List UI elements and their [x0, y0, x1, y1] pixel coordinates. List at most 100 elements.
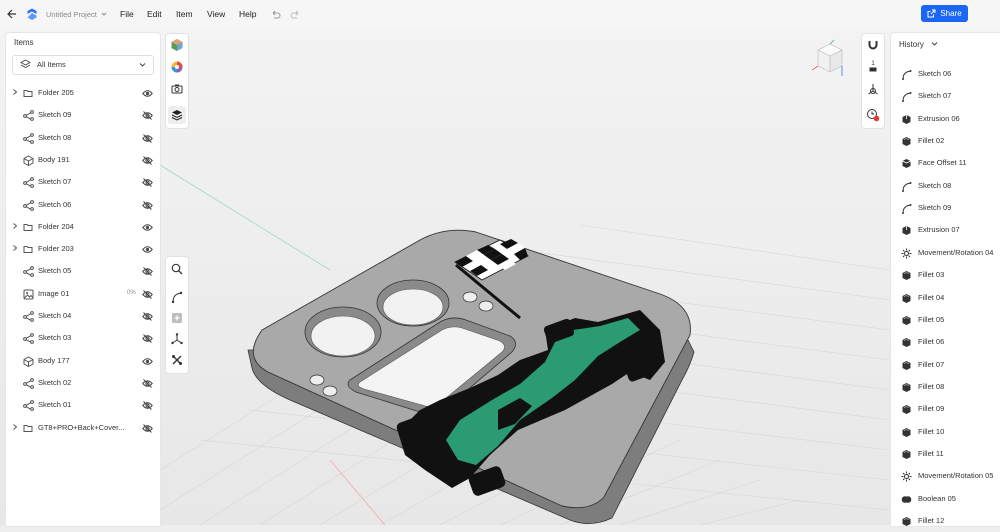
item-row[interactable]: Sketch 06 [6, 194, 160, 216]
camera-button[interactable] [168, 80, 186, 98]
items-filter-dropdown[interactable]: All Items [12, 55, 154, 75]
folder-icon [23, 244, 33, 256]
snap-magnet-button[interactable] [864, 36, 882, 54]
eye-off-icon[interactable] [142, 200, 153, 213]
perspective-button[interactable] [864, 80, 882, 98]
history-row[interactable]: Fillet 04 [891, 287, 1000, 309]
perspective-icon [868, 84, 878, 95]
share-button[interactable]: Share [921, 5, 968, 22]
history-row[interactable]: Movement/Rotation 04 [891, 242, 1000, 264]
layers-button[interactable] [168, 106, 186, 124]
history-row[interactable]: Sketch 06 [891, 63, 1000, 85]
item-row[interactable]: Sketch 05 [6, 260, 160, 282]
history-row[interactable]: Fillet 05 [891, 309, 1000, 331]
item-row[interactable]: Sketch 02 [6, 372, 160, 394]
item-label: Sketch 01 [38, 400, 72, 410]
menu-file[interactable]: File [120, 0, 134, 28]
item-row[interactable]: Folder 205 [6, 82, 160, 104]
history-row[interactable]: Sketch 09 [891, 197, 1000, 219]
analysis-button[interactable] [864, 106, 882, 124]
history-dropdown[interactable]: History [899, 40, 938, 49]
boolean-icon [901, 494, 912, 507]
item-row[interactable]: Sketch 04 [6, 305, 160, 327]
item-row[interactable]: Image 01 0% [6, 283, 160, 305]
fillet-icon [901, 270, 912, 283]
history-row[interactable]: Boolean 05 [891, 488, 1000, 510]
eye-off-icon[interactable] [142, 289, 153, 302]
menu-item[interactable]: Item [176, 0, 193, 28]
history-row[interactable]: Extrusion 06 [891, 108, 1000, 130]
share-icon [927, 9, 936, 18]
add-primitive-button[interactable] [168, 309, 186, 327]
history-row[interactable]: Extrusion 07 [891, 219, 1000, 241]
eye-off-icon[interactable] [142, 311, 153, 324]
project-title[interactable]: Untitled Project [46, 0, 107, 28]
sketch-icon [23, 110, 34, 123]
item-label: Sketch 07 [38, 177, 72, 187]
history-label: Fillet 08 [918, 381, 945, 391]
item-row[interactable]: Sketch 07 [6, 171, 160, 193]
item-row[interactable]: Folder 204 [6, 216, 160, 238]
material-color-button[interactable] [168, 58, 186, 76]
eye-off-icon[interactable] [142, 423, 153, 436]
redo-icon[interactable] [290, 0, 301, 28]
sketch-curve-icon [171, 291, 183, 303]
menu-edit[interactable]: Edit [147, 0, 162, 28]
undo-icon[interactable] [270, 0, 281, 28]
tools-button[interactable] [168, 351, 186, 369]
eye-off-icon[interactable] [142, 177, 153, 190]
item-row[interactable]: Body 191 [6, 149, 160, 171]
item-row[interactable]: Body 177 [6, 350, 160, 372]
eye-off-icon[interactable] [142, 378, 153, 391]
app-logo-icon[interactable] [27, 0, 37, 28]
eye-icon[interactable] [142, 222, 153, 235]
item-label: Body 191 [38, 154, 70, 164]
chevron-right-icon[interactable] [11, 222, 19, 232]
eye-icon[interactable] [142, 356, 153, 369]
item-row[interactable]: Sketch 09 [6, 104, 160, 126]
history-row[interactable]: Fillet 09 [891, 398, 1000, 420]
items-panel: Items All Items Folder 205 Sketch 09 Sketc… [5, 32, 161, 527]
history-row[interactable]: Fillet 11 [891, 443, 1000, 465]
item-row[interactable]: Sketch 03 [6, 327, 160, 349]
history-row[interactable]: Fillet 07 [891, 354, 1000, 376]
eye-off-icon[interactable] [142, 266, 153, 279]
history-row[interactable]: Fillet 12 [891, 510, 1000, 532]
item-row[interactable]: GT8+PRO+Back+Cover... [6, 417, 160, 439]
back-icon[interactable] [6, 0, 18, 28]
history-row[interactable]: Movement/Rotation 05 [891, 465, 1000, 487]
item-label: Sketch 04 [38, 311, 72, 320]
transform-tool-button[interactable] [168, 330, 186, 348]
sketch-icon [901, 181, 912, 194]
eye-off-icon[interactable] [142, 155, 153, 168]
menu-view[interactable]: View [207, 0, 225, 28]
history-row[interactable]: Fillet 02 [891, 130, 1000, 152]
history-label: Fillet 10 [918, 426, 945, 436]
image-icon [23, 289, 34, 302]
search-tool-button[interactable] [168, 260, 186, 278]
item-row[interactable]: Sketch 01 [6, 394, 160, 416]
item-row[interactable]: Folder 203 [6, 238, 160, 260]
menu-help[interactable]: Help [239, 0, 256, 28]
history-row[interactable]: Fillet 06 [891, 331, 1000, 353]
history-row[interactable]: Sketch 08 [891, 175, 1000, 197]
history-row[interactable]: Fillet 10 [891, 421, 1000, 443]
eye-icon[interactable] [142, 244, 153, 257]
eye-off-icon[interactable] [142, 110, 153, 123]
item-row[interactable]: Sketch 08 [6, 127, 160, 149]
eye-off-icon[interactable] [142, 133, 153, 146]
eye-icon[interactable] [142, 88, 153, 101]
chevron-right-icon[interactable] [11, 88, 19, 98]
chevron-right-icon[interactable] [11, 244, 19, 254]
chevron-right-icon[interactable] [11, 423, 19, 433]
history-row[interactable]: Fillet 03 [891, 264, 1000, 286]
render-mode-button[interactable] [168, 36, 186, 54]
history-row[interactable]: Fillet 08 [891, 376, 1000, 398]
history-row[interactable]: Face Offset 11 [891, 152, 1000, 174]
eye-off-icon[interactable] [142, 333, 153, 346]
snap-increment-button[interactable]: 1 [864, 57, 882, 75]
eye-off-icon[interactable] [142, 400, 153, 413]
history-label: Fillet 07 [918, 359, 945, 369]
history-row[interactable]: Sketch 07 [891, 85, 1000, 107]
sketch-tool-button[interactable] [168, 288, 186, 306]
